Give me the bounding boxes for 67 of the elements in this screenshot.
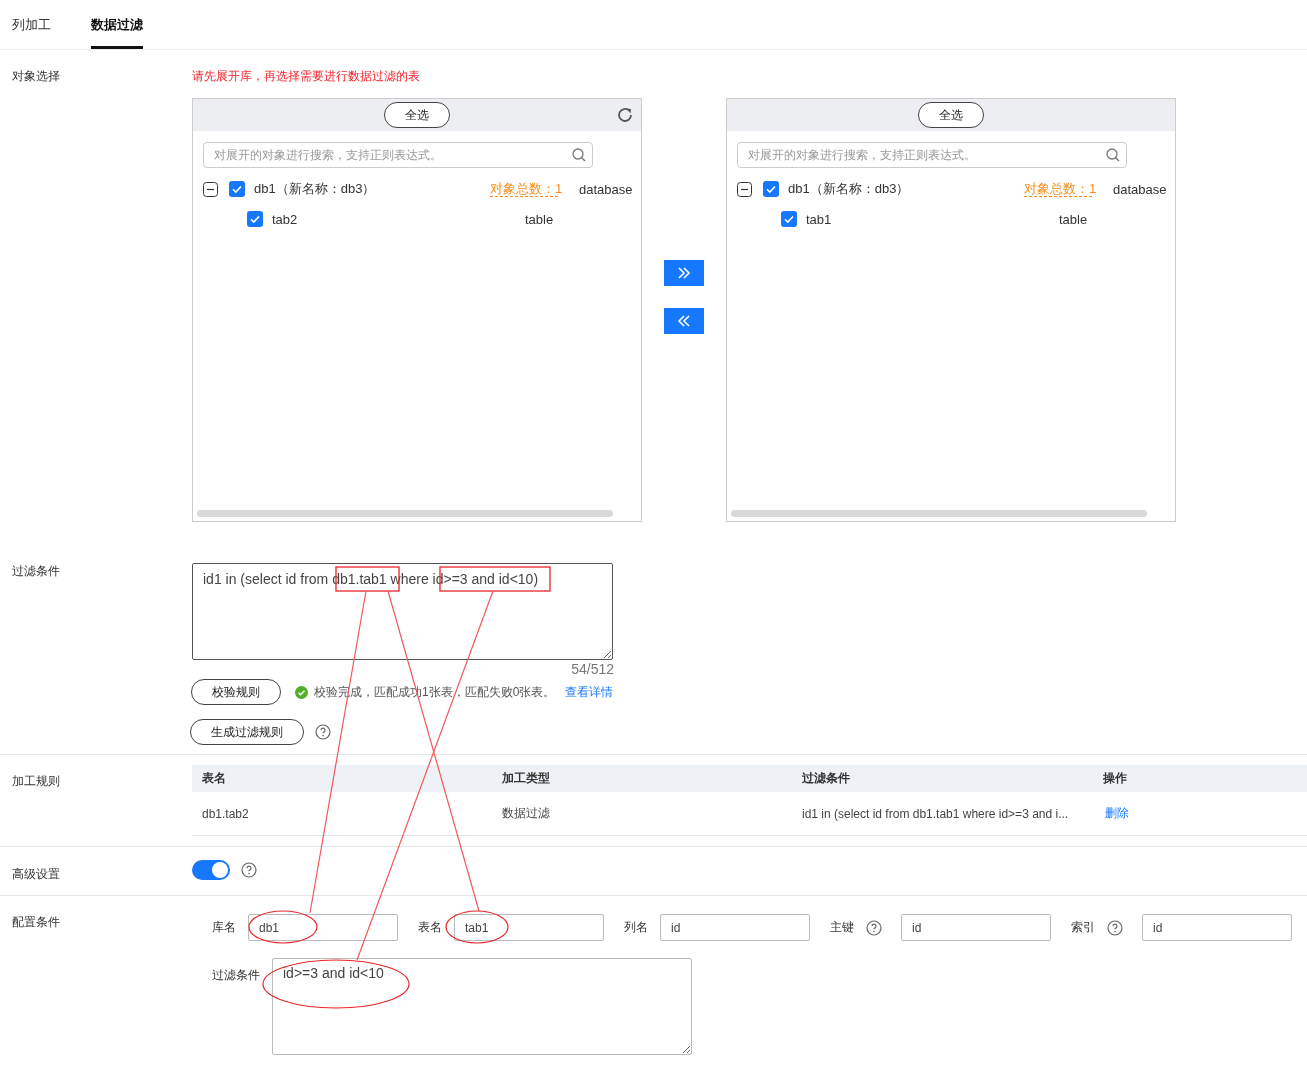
checkbox[interactable] bbox=[229, 181, 245, 197]
tab[interactable]: 数据过滤 bbox=[91, 0, 143, 49]
input-field[interactable]: id bbox=[660, 914, 810, 941]
details-link[interactable]: 查看详情 bbox=[565, 683, 614, 701]
checkbox[interactable] bbox=[763, 181, 779, 197]
tab[interactable]: 列加工 bbox=[12, 0, 51, 49]
search-field[interactable]: 对展开的对象进行搜索，支持正则表达式。 bbox=[737, 142, 1127, 168]
help-icon[interactable] bbox=[241, 862, 257, 878]
section-label: 配置条件 bbox=[12, 914, 61, 931]
double-chevron-left-icon bbox=[677, 315, 691, 327]
input-field[interactable]: tab1 bbox=[454, 914, 604, 941]
table-cell-text: id1 in (select id from db1.tab1 where id>=3 and i... bbox=[801, 806, 1070, 821]
validate-button[interactable]: 校验规则 bbox=[191, 679, 281, 705]
search-icon[interactable] bbox=[572, 148, 586, 162]
field-label: 过滤条件 bbox=[212, 967, 260, 984]
select-all-button[interactable]: 全选 bbox=[918, 102, 984, 128]
help-icon[interactable] bbox=[1107, 919, 1123, 936]
field-label: 列名 bbox=[624, 919, 648, 936]
filter-textarea[interactable]: id>=3 and id<10 bbox=[272, 958, 692, 1055]
scrollbar-thumb[interactable] bbox=[731, 510, 1147, 517]
column-header: 表名 bbox=[201, 770, 227, 787]
section-label: 过滤条件 bbox=[12, 563, 61, 580]
select-all-button[interactable]: 全选 bbox=[384, 102, 450, 128]
object-type: database bbox=[1113, 181, 1167, 197]
input-field[interactable]: id bbox=[1142, 914, 1292, 941]
search-field[interactable]: 对展开的对象进行搜索，支持正则表达式。 bbox=[203, 142, 593, 168]
section-label: 对象选择 bbox=[12, 68, 61, 85]
object-type: table bbox=[1059, 211, 1088, 227]
column-header: 加工类型 bbox=[501, 770, 551, 787]
highlight-ellipse bbox=[445, 910, 509, 944]
collapse-icon[interactable] bbox=[737, 181, 752, 197]
table-name: tab1 bbox=[806, 211, 833, 227]
collapse-icon[interactable] bbox=[203, 181, 218, 197]
input-field[interactable]: id bbox=[901, 914, 1051, 941]
highlight-ellipse bbox=[248, 910, 318, 944]
hint-text: 请先展开库，再选择需要进行数据过滤的表 bbox=[192, 68, 421, 84]
generate-button[interactable]: 生成过滤规则 bbox=[190, 719, 304, 745]
checkbox[interactable] bbox=[247, 211, 263, 227]
database-name: db1（新名称：db3） bbox=[788, 180, 911, 198]
field-label: 库名 bbox=[212, 919, 236, 936]
double-chevron-right-icon bbox=[677, 267, 691, 279]
refresh-icon[interactable] bbox=[616, 106, 634, 124]
table-cell-text: db1.tab2 bbox=[201, 806, 250, 821]
check-circle-icon bbox=[295, 685, 308, 699]
object-type: table bbox=[525, 211, 554, 227]
search-icon[interactable] bbox=[1106, 148, 1120, 162]
checkbox[interactable] bbox=[781, 211, 797, 227]
help-icon[interactable] bbox=[315, 724, 331, 740]
object-type: database bbox=[579, 181, 633, 197]
table-name: tab2 bbox=[272, 211, 299, 227]
column-header: 操作 bbox=[1102, 770, 1128, 787]
field-label: 索引 bbox=[1071, 919, 1095, 936]
field-label: 主键 bbox=[830, 919, 854, 936]
column-header: 过滤条件 bbox=[801, 770, 851, 787]
field-label: 表名 bbox=[418, 919, 442, 936]
section-label: 高级设置 bbox=[12, 866, 61, 883]
scrollbar-thumb[interactable] bbox=[197, 510, 613, 517]
table-cell-text: 数据过滤 bbox=[501, 805, 551, 822]
character-counter: 54/512 bbox=[570, 660, 614, 678]
delete-link[interactable]: 删除 bbox=[1105, 806, 1129, 820]
section-label: 加工规则 bbox=[12, 773, 61, 790]
move-right-button[interactable] bbox=[664, 260, 704, 286]
move-left-button[interactable] bbox=[664, 308, 704, 334]
help-icon[interactable] bbox=[866, 919, 882, 936]
database-name: db1（新名称：db3） bbox=[254, 180, 377, 198]
input-field[interactable]: db1 bbox=[248, 914, 398, 941]
toggle-switch[interactable] bbox=[192, 860, 230, 880]
